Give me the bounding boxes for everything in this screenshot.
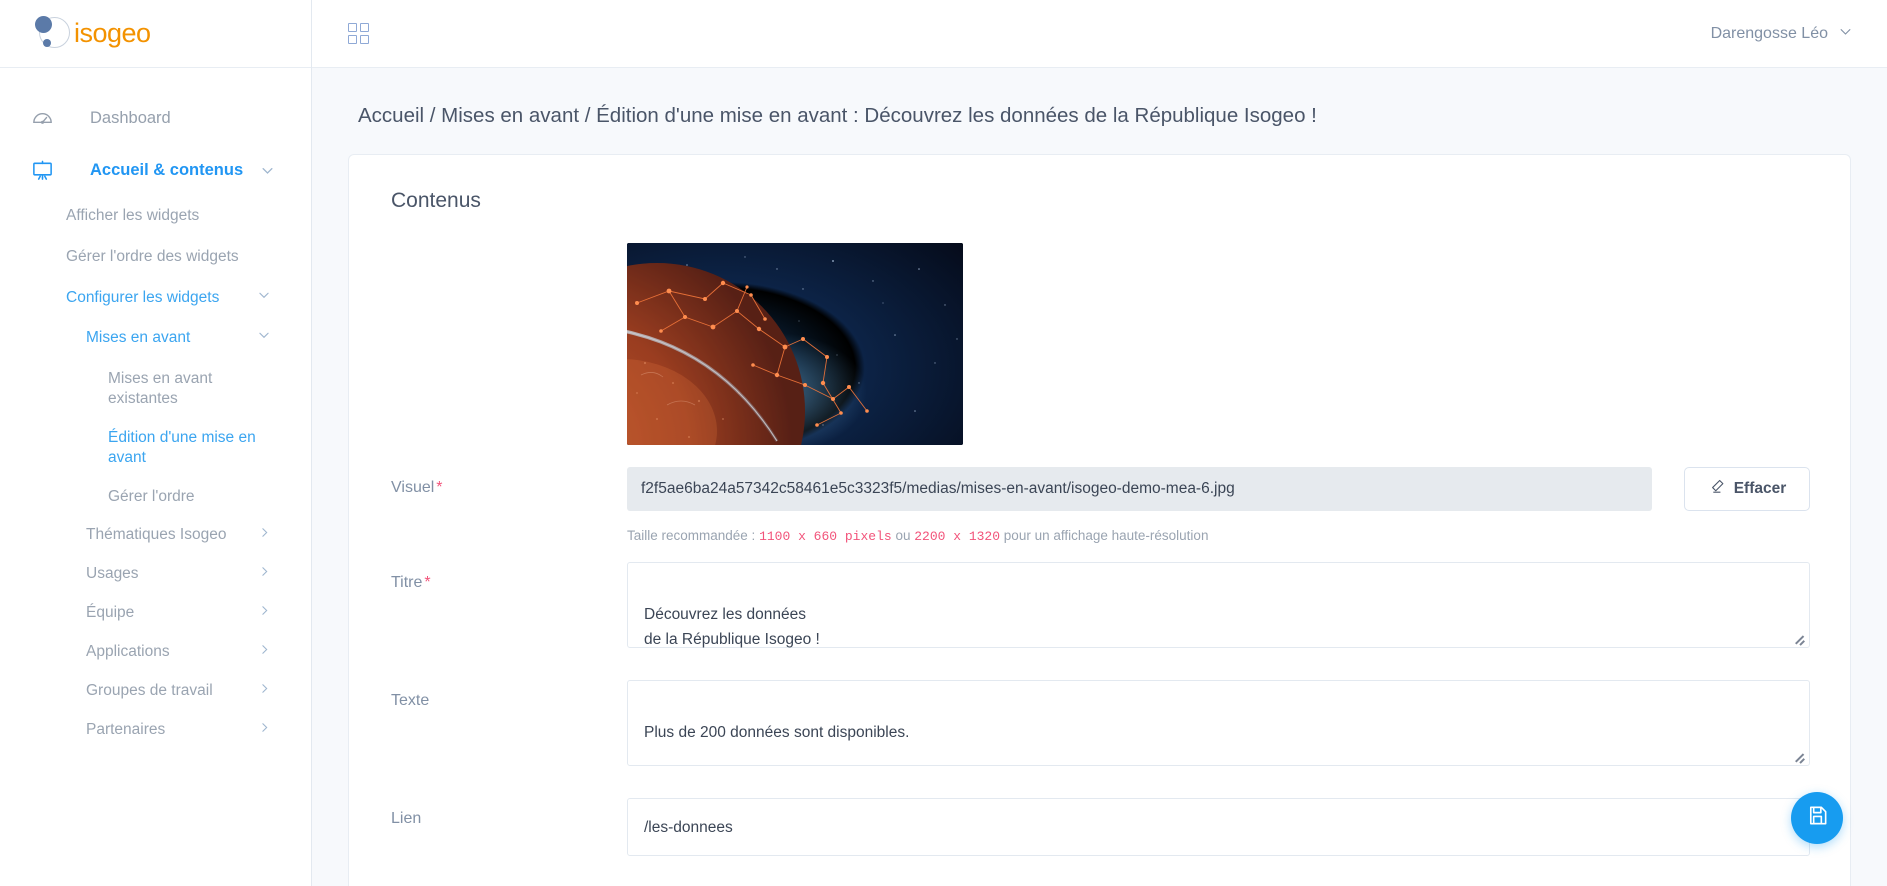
required-asterisk: * xyxy=(424,574,431,591)
sidebar-item-equipe[interactable]: Équipe xyxy=(0,594,311,633)
sidebar-item-edition-mise-en-avant[interactable]: Édition d'une mise en avant xyxy=(0,419,311,478)
gauge-icon xyxy=(22,107,62,130)
help-suffix: pour un affichage haute-résolution xyxy=(1000,528,1209,543)
chevron-down-icon xyxy=(257,288,271,309)
app-root: isogeo Dashboard Accueil & contenus Affi… xyxy=(0,0,1887,886)
label-texte: Texte xyxy=(369,680,627,710)
sidebar-item-label: Équipe xyxy=(86,603,135,621)
texte-textarea[interactable]: Plus de 200 données sont disponibles. xyxy=(627,680,1810,766)
form-row-visuel: Visuel * f2f5ae6ba24a57342c58461e5c3323f5… xyxy=(369,467,1810,511)
user-menu[interactable]: Darengosse Léo xyxy=(1711,24,1853,44)
sidebar-item-label: Applications xyxy=(86,642,170,660)
page-content: Accueil / Mises en avant / Édition d'une… xyxy=(312,68,1887,886)
isogeo-logo-icon xyxy=(30,11,76,57)
sidebar-item-gerer-ordre-widgets[interactable]: Gérer l'ordre des widgets xyxy=(0,237,311,278)
save-floppy-icon xyxy=(1806,804,1829,832)
required-asterisk: * xyxy=(436,479,443,496)
presentation-icon xyxy=(22,159,62,182)
help-middle: ou xyxy=(891,528,915,543)
sidebar-nav: Dashboard Accueil & contenus Afficher le… xyxy=(0,68,311,886)
label-text: Lien xyxy=(391,810,422,827)
effacer-label: Effacer xyxy=(1733,480,1787,497)
chevron-down-icon xyxy=(1838,24,1853,44)
lien-input[interactable]: /les-donnees xyxy=(627,798,1810,856)
sidebar-item-label: Thématiques Isogeo xyxy=(86,525,227,543)
sidebar-item-label: Dashboard xyxy=(90,108,171,127)
chevron-right-icon xyxy=(258,603,271,624)
sidebar-logo[interactable]: isogeo xyxy=(0,0,311,68)
visuel-help-row: Taille recommandée : 1100 x 660 pixels o… xyxy=(369,519,1810,562)
chevron-right-icon xyxy=(258,642,271,663)
visuel-preview-image xyxy=(627,243,963,445)
form-row-texte: Texte Plus de 200 données sont disponibl… xyxy=(369,680,1810,766)
label-text: Visuel xyxy=(391,479,435,496)
form-row-titre: Titre * Découvrez les données de la Répub… xyxy=(369,562,1810,648)
sidebar-item-dashboard[interactable]: Dashboard xyxy=(0,92,311,144)
chevron-right-icon xyxy=(258,720,271,741)
form-row-lien: Lien /les-donnees xyxy=(369,798,1810,856)
sidebar-item-label: Usages xyxy=(86,564,139,582)
sidebar-item-usages[interactable]: Usages xyxy=(0,555,311,594)
label-text: Texte xyxy=(391,692,430,709)
sidebar-item-label: Groupes de travail xyxy=(86,681,213,699)
sidebar-item-label: Accueil & contenus xyxy=(90,160,244,179)
main-area: Darengosse Léo Accueil / Mises en avant … xyxy=(312,0,1887,886)
visuel-preview-wrap xyxy=(369,243,1810,445)
texte-value: Plus de 200 données sont disponibles. xyxy=(644,724,910,742)
grid-apps-icon[interactable] xyxy=(348,23,369,44)
sidebar-item-groupes-de-travail[interactable]: Groupes de travail xyxy=(0,672,311,711)
chevron-right-icon xyxy=(258,681,271,702)
card-title: Contenus xyxy=(391,189,481,212)
sidebar-item-mises-en-avant[interactable]: Mises en avant xyxy=(0,319,311,358)
chevron-right-icon xyxy=(258,525,271,546)
sidebar-item-applications[interactable]: Applications xyxy=(0,633,311,672)
sidebar-item-label: Configurer les widgets xyxy=(66,288,220,306)
logo-text: isogeo xyxy=(74,18,151,48)
sidebar-item-mises-en-avant-existantes[interactable]: Mises en avant existantes xyxy=(0,360,311,419)
contenus-card: Contenus Visuel * f2f5ae6ba24a57342c5846… xyxy=(348,154,1851,886)
chevron-down-icon xyxy=(257,328,271,349)
visuel-path-input[interactable]: f2f5ae6ba24a57342c58461e5c3323f5/medias/… xyxy=(627,467,1652,511)
chevron-right-icon xyxy=(258,564,271,585)
eraser-icon xyxy=(1708,478,1725,500)
topbar: Darengosse Léo xyxy=(312,0,1887,68)
resize-grip-icon[interactable] xyxy=(1792,749,1806,763)
save-fab-button[interactable] xyxy=(1791,792,1843,844)
chevron-down-icon xyxy=(260,163,275,178)
breadcrumb: Accueil / Mises en avant / Édition d'une… xyxy=(358,104,1317,127)
help-size-2: 2200 x 1320 xyxy=(914,529,1001,544)
help-prefix: Taille recommandée : xyxy=(627,528,760,543)
sidebar-item-partenaires[interactable]: Partenaires xyxy=(0,711,311,750)
visuel-help-text: Taille recommandée : 1100 x 660 pixels o… xyxy=(627,528,1208,544)
sidebar: isogeo Dashboard Accueil & contenus Affi… xyxy=(0,0,312,886)
label-lien: Lien xyxy=(369,798,627,828)
sidebar-item-thematiques-isogeo[interactable]: Thématiques Isogeo xyxy=(0,516,311,555)
label-titre: Titre * xyxy=(369,562,627,592)
sidebar-item-afficher-widgets[interactable]: Afficher les widgets xyxy=(0,196,311,237)
sidebar-item-label: Mises en avant xyxy=(86,328,191,346)
effacer-button[interactable]: Effacer xyxy=(1684,467,1810,511)
label-visuel: Visuel * xyxy=(369,467,627,497)
titre-value: Découvrez les données de la République I… xyxy=(644,606,820,649)
titre-textarea[interactable]: Découvrez les données de la République I… xyxy=(627,562,1810,648)
sidebar-item-configurer-widgets[interactable]: Configurer les widgets xyxy=(0,278,311,319)
sidebar-item-accueil-contenus[interactable]: Accueil & contenus xyxy=(0,144,311,196)
sidebar-item-gerer-ordre[interactable]: Gérer l'ordre xyxy=(0,478,311,516)
sidebar-item-label: Partenaires xyxy=(86,720,166,738)
user-name: Darengosse Léo xyxy=(1710,24,1828,42)
resize-grip-icon[interactable] xyxy=(1792,631,1806,645)
label-text: Titre xyxy=(391,574,423,591)
help-size-1: 1100 x 660 pixels xyxy=(759,529,892,544)
